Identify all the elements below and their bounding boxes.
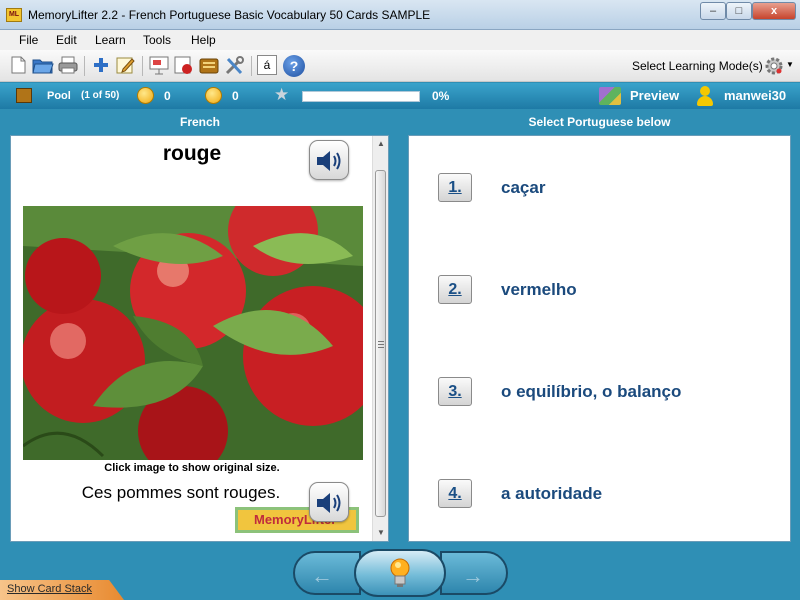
status-bar: Pool (1 of 50) 0 0 ★ 0% Preview manwei30: [0, 83, 800, 109]
preview-icon[interactable]: [599, 87, 621, 105]
answer-text[interactable]: caçar: [501, 178, 545, 198]
scroll-up-button[interactable]: ▲: [373, 136, 388, 152]
answer-panel: 1. caçar 2. vermelho 3. o equilíbrio, o …: [408, 135, 791, 542]
play-word-audio-button[interactable]: [309, 140, 349, 180]
answer-header: Select Portuguese below: [528, 115, 671, 129]
back-button[interactable]: ←: [293, 551, 361, 595]
speaker-icon: [317, 151, 341, 171]
record-icon[interactable]: [173, 55, 195, 77]
answer-number-button[interactable]: 2.: [438, 275, 472, 304]
menu-tools[interactable]: Tools: [143, 33, 171, 47]
slideshow-icon[interactable]: [148, 55, 170, 77]
forward-button[interactable]: →: [440, 551, 508, 595]
example-sentence: Ces pommes sont rouges.: [81, 483, 281, 502]
minimize-button[interactable]: –: [700, 2, 726, 20]
progress-text: 0%: [432, 89, 450, 103]
toolbar-separator: [142, 56, 143, 76]
wrong-count: 0: [232, 89, 239, 103]
star-icon: ★: [274, 85, 290, 104]
answer-text[interactable]: vermelho: [501, 280, 577, 300]
new-icon[interactable]: [7, 55, 29, 77]
gear-icon[interactable]: [763, 55, 785, 77]
play-sentence-audio-button[interactable]: [309, 482, 349, 522]
correct-count: 0: [164, 89, 171, 103]
menu-file[interactable]: File: [19, 33, 38, 47]
learning-mode-label[interactable]: Select Learning Mode(s): [632, 59, 763, 73]
menu-learn[interactable]: Learn: [95, 33, 126, 47]
show-card-stack-link[interactable]: Show Card Stack: [7, 583, 92, 595]
apples-image[interactable]: [23, 206, 363, 460]
toolbar: á ? Select Learning Mode(s) ▼: [0, 50, 800, 82]
happy-smiley-icon: [137, 87, 154, 104]
speaker-icon: [317, 493, 341, 513]
hint-button[interactable]: [354, 549, 446, 597]
lightbulb-icon: [390, 558, 410, 587]
arrow-right-icon: →: [462, 563, 484, 588]
user-icon: [696, 86, 714, 106]
answer-text[interactable]: a autoridade: [501, 484, 602, 504]
edit-icon[interactable]: [115, 55, 137, 77]
pool-label: Pool: [47, 90, 71, 102]
answer-text[interactable]: o equilíbrio, o balanço: [501, 382, 681, 402]
sad-smiley-icon: [205, 87, 222, 104]
chevron-down-icon[interactable]: ▼: [786, 60, 794, 69]
pool-box-icon: [16, 88, 32, 103]
question-panel: rouge Click image to show original size.…: [10, 135, 389, 542]
show-card-stack-tab[interactable]: Show Card Stack: [0, 580, 124, 600]
tools-icon[interactable]: [223, 55, 245, 77]
question-scrollbar[interactable]: ▲ ▼: [372, 136, 388, 541]
open-icon[interactable]: [32, 55, 54, 77]
print-icon[interactable]: [57, 55, 79, 77]
preview-button[interactable]: Preview: [630, 88, 679, 103]
app-icon: ML: [6, 8, 22, 22]
answer-number-button[interactable]: 4.: [438, 479, 472, 508]
title-bar: ML MemoryLifter 2.2 - French Portuguese …: [0, 0, 800, 30]
menu-bar: File Edit Learn Tools Help: [0, 30, 800, 50]
pool-position: (1 of 50): [81, 90, 120, 101]
toolbar-separator: [251, 56, 252, 76]
username: manwei30: [724, 88, 787, 103]
arrow-left-icon: ←: [311, 563, 333, 588]
progress-bar: [302, 91, 420, 102]
add-icon[interactable]: [90, 55, 112, 77]
character-map-icon[interactable]: á: [257, 55, 277, 75]
close-button[interactable]: x: [752, 2, 796, 20]
scrollbar-thumb[interactable]: [375, 170, 386, 517]
answer-number-button[interactable]: 1.: [438, 173, 472, 202]
question-header: French: [179, 115, 220, 129]
toolbar-separator: [84, 56, 85, 76]
image-caption: Click image to show original size.: [104, 462, 280, 474]
scroll-down-button[interactable]: ▼: [373, 525, 388, 541]
menu-help[interactable]: Help: [191, 33, 216, 47]
window-title: MemoryLifter 2.2 - French Portuguese Bas…: [28, 8, 431, 22]
card-box-icon[interactable]: [198, 55, 220, 77]
answer-number-button[interactable]: 3.: [438, 377, 472, 406]
maximize-button[interactable]: □: [726, 2, 752, 20]
help-icon[interactable]: ?: [283, 55, 305, 77]
menu-edit[interactable]: Edit: [56, 33, 77, 47]
